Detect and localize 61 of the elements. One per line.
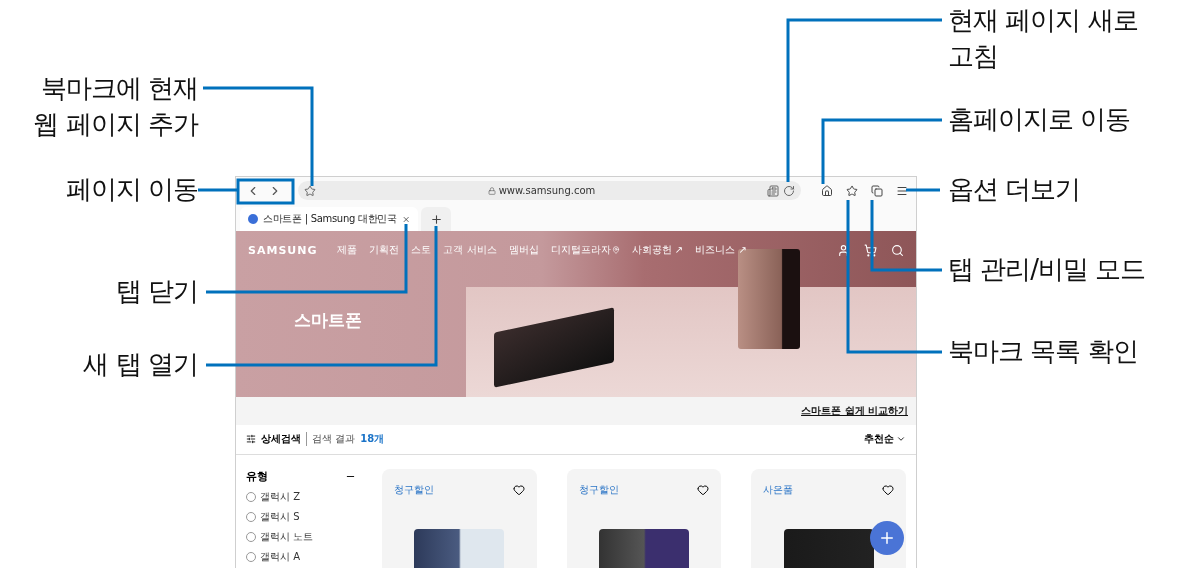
account-icon[interactable] (837, 243, 850, 257)
tab-title: 스마트폰 | Samsung 대한민국 (263, 212, 397, 227)
heart-icon[interactable] (882, 484, 894, 496)
callout-label: 북마크에 현재 웹 페이지 추가 (33, 72, 198, 141)
callout-label: 탭 관리/비밀 모드 (948, 253, 1146, 286)
callout-label: 탭 닫기 (115, 275, 198, 308)
lock-icon (487, 186, 496, 195)
compare-link[interactable]: 스마트폰 쉽게 비교하기 (801, 403, 908, 418)
refresh-icon[interactable] (783, 184, 795, 197)
filter-icon[interactable] (246, 434, 256, 445)
bookmark-add-icon[interactable] (304, 184, 316, 197)
url-text: www.samsung.com (498, 185, 596, 197)
pin-icon (611, 246, 620, 255)
filter-option[interactable]: 갤럭시 S (246, 510, 356, 524)
leader-line (906, 188, 940, 192)
product-tag: 청구할인 (578, 483, 619, 497)
heart-icon[interactable] (697, 484, 710, 496)
result-label: 검색 결과 (306, 432, 356, 447)
favicon-icon (248, 214, 258, 225)
search-icon[interactable] (891, 243, 904, 257)
filter-option[interactable]: 갤럭시 노트 (246, 530, 356, 544)
callout-label: 옵션 더보기 (948, 173, 1081, 206)
site-menu-item[interactable]: 기획전 (369, 243, 400, 258)
callout-label: 북마크 목록 확인 (948, 335, 1138, 368)
filter-option[interactable]: 갤럭시 Z (246, 490, 356, 504)
site-logo[interactable]: SAMSUNG (248, 243, 318, 257)
product-tag: 청구할인 (394, 483, 434, 497)
site-menu-item[interactable]: 고객 서비스 (443, 243, 497, 258)
address-bar[interactable]: www.samsung.com (298, 181, 801, 201)
callout-label: 홈페이지로 이동 (948, 103, 1131, 136)
heart-icon[interactable] (512, 484, 525, 496)
product-card[interactable]: 사은품 (751, 469, 906, 568)
leader-line (198, 188, 238, 192)
highlight-frame (236, 178, 295, 205)
reader-icon[interactable] (767, 184, 779, 197)
result-count: 18개 (360, 432, 385, 447)
site-menu-item[interactable]: 디지털프라자 (550, 243, 620, 258)
filter-label[interactable]: 상세검색 (261, 432, 301, 447)
site-menu-item[interactable]: 비즈니스 ↗ (695, 243, 747, 258)
menu-icon[interactable] (896, 184, 908, 197)
callout-label: 페이지 이동 (65, 173, 198, 206)
product-card[interactable]: 청구할인 (566, 469, 722, 568)
filter-heading: 유형 (246, 469, 268, 484)
new-tab-button[interactable] (421, 207, 451, 232)
browser-tab[interactable]: 스마트폰 | Samsung 대한민국 (240, 207, 418, 232)
site-menu-item[interactable]: 제품 (337, 243, 358, 258)
callout-label: 새 탭 열기 (83, 348, 198, 381)
site-menu-item[interactable]: 사회공헌 ↗ (631, 243, 684, 258)
product-card[interactable]: 청구할인 (382, 469, 537, 568)
site-menu-item[interactable]: 멤버십 (508, 243, 539, 258)
cart-icon[interactable] (864, 243, 877, 257)
hero-title: 스마트폰 (294, 309, 363, 333)
sort-dropdown[interactable]: 추천순 (864, 432, 906, 447)
plus-icon[interactable] (429, 212, 443, 226)
home-icon[interactable] (821, 184, 833, 197)
callout-label: 현재 페이지 새로 고침 (948, 4, 1138, 73)
site-menu-item[interactable]: 스토 (411, 243, 432, 258)
filter-option[interactable]: 갤럭시 A (246, 550, 356, 564)
product-tag: 사은품 (763, 483, 794, 497)
bookmarks-icon[interactable] (846, 184, 858, 197)
tabs-icon[interactable] (871, 184, 883, 197)
